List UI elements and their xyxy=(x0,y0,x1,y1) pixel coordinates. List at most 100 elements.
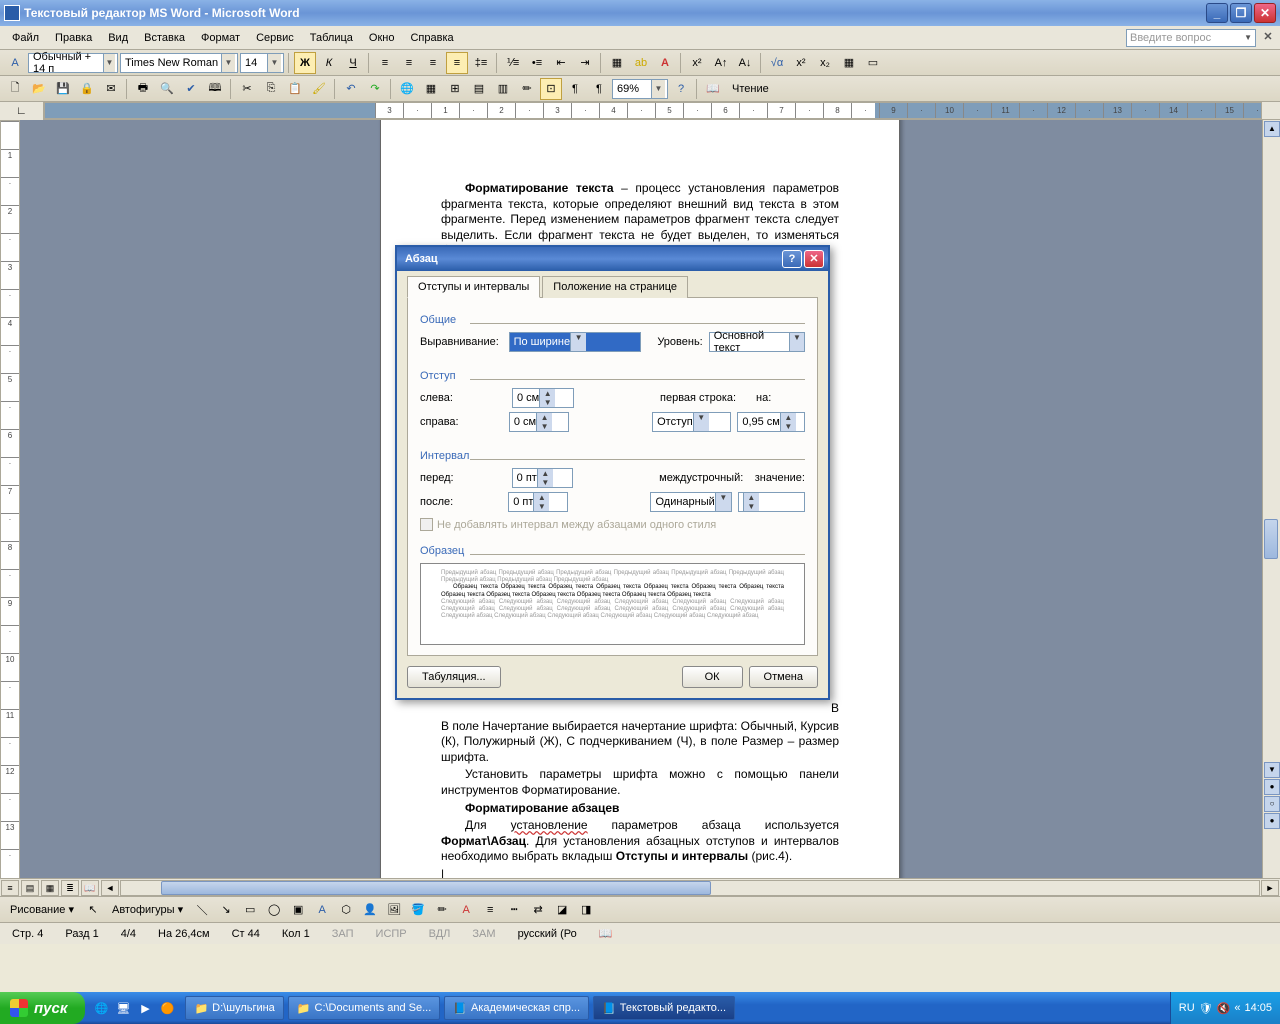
web-view-button[interactable]: ▤ xyxy=(21,880,39,896)
align-right-button[interactable]: ≡ xyxy=(422,52,444,74)
status-rec[interactable]: ЗАП xyxy=(328,928,358,940)
close-button[interactable]: ✕ xyxy=(1254,3,1276,23)
dialog-close-button[interactable]: ✕ xyxy=(804,250,824,268)
superscript-button[interactable]: x² xyxy=(686,52,708,74)
scroll-up-button[interactable]: ▲ xyxy=(1264,121,1280,137)
first-line-combo[interactable]: Отступ▼ xyxy=(652,412,731,432)
tray-icon[interactable]: 🔇 xyxy=(1217,1002,1231,1015)
task-word-1[interactable]: 📘Академическая спр... xyxy=(444,996,589,1020)
arrow-style-button[interactable]: ⇄ xyxy=(527,899,549,921)
fill-color-button[interactable]: 🪣 xyxy=(407,899,429,921)
style-combo[interactable]: Обычный + 14 п▼ xyxy=(28,53,118,73)
cancel-button[interactable]: Отмена xyxy=(749,666,818,688)
size-combo[interactable]: 14▼ xyxy=(240,53,284,73)
print-view-button[interactable]: ▦ xyxy=(41,880,59,896)
line-color-button[interactable]: ✏ xyxy=(431,899,453,921)
tray-time[interactable]: 14:05 xyxy=(1244,1002,1272,1014)
font-color-button[interactable]: A xyxy=(455,899,477,921)
system-tray[interactable]: RU 🛡 🔇 « 14:05 xyxy=(1170,992,1280,1024)
print-preview-button[interactable]: 🔍 xyxy=(156,78,178,100)
reading-view-button[interactable]: 📖 xyxy=(81,880,99,896)
select-objects-button[interactable]: ↖ xyxy=(82,899,104,921)
browse-object-button[interactable]: ○ xyxy=(1264,796,1280,812)
grow-font-button[interactable]: A↑ xyxy=(710,52,732,74)
hscroll-thumb[interactable] xyxy=(161,881,711,895)
font-color-button[interactable]: A xyxy=(654,52,676,74)
excel-button[interactable]: ▤ xyxy=(468,78,490,100)
menu-window[interactable]: Окно xyxy=(361,30,403,46)
italic-button[interactable]: К xyxy=(318,52,340,74)
arrow-button[interactable]: ↘ xyxy=(215,899,237,921)
tables-borders-button[interactable]: ▦ xyxy=(420,78,442,100)
tray-icon[interactable]: « xyxy=(1234,1002,1240,1014)
status-ext[interactable]: ВДЛ xyxy=(425,928,455,940)
underline-button[interactable]: Ч xyxy=(342,52,364,74)
shrink-font-button[interactable]: A↓ xyxy=(734,52,756,74)
bullets-button[interactable]: •≡ xyxy=(526,52,548,74)
ql-ie-icon[interactable]: 🌐 xyxy=(91,997,111,1019)
hscroll-right-button[interactable]: ► xyxy=(1261,880,1279,896)
highlight-button[interactable]: ab xyxy=(630,52,652,74)
reading-icon[interactable]: 📖 xyxy=(702,78,724,100)
alignment-combo[interactable]: По ширине▼ xyxy=(509,332,642,352)
first-line-by-spinner[interactable]: 0,95 см▲▼ xyxy=(737,412,805,432)
bold-button[interactable]: Ж xyxy=(294,52,316,74)
save-button[interactable]: 💾 xyxy=(52,78,74,100)
picture-button[interactable]: 🖼 xyxy=(383,899,405,921)
ql-desktop-icon[interactable]: 🖥 xyxy=(113,997,133,1019)
textbox-button[interactable]: ▣ xyxy=(287,899,309,921)
insert-table-button[interactable]: ⊞ xyxy=(444,78,466,100)
line-style-button[interactable]: ≡ xyxy=(479,899,501,921)
tab-indents[interactable]: Отступы и интервалы xyxy=(407,276,540,298)
show-hide-button[interactable]: ¶ xyxy=(588,78,610,100)
vertical-scrollbar[interactable]: ▲ ▼ ● ○ ● xyxy=(1262,120,1280,890)
new-button[interactable]: 🗋 xyxy=(4,78,26,100)
menu-view[interactable]: Вид xyxy=(100,30,136,46)
permissions-button[interactable]: 🔒 xyxy=(76,78,98,100)
help-question-input[interactable]: Введите вопрос▼ xyxy=(1126,29,1256,47)
reading-label[interactable]: Чтение xyxy=(726,81,775,97)
next-page-button[interactable]: ● xyxy=(1264,813,1280,829)
status-trk[interactable]: ИСПР xyxy=(372,928,411,940)
borders-button[interactable]: ▦ xyxy=(606,52,628,74)
scroll-down-button[interactable]: ▼ xyxy=(1264,762,1280,778)
normal-view-button[interactable]: ≡ xyxy=(1,880,19,896)
diagram-button[interactable]: ⬡ xyxy=(335,899,357,921)
status-book-icon[interactable]: 📖 xyxy=(595,927,617,940)
shadow-button[interactable]: ◪ xyxy=(551,899,573,921)
rectangle-button[interactable]: ▭ xyxy=(239,899,261,921)
styles-pane-icon[interactable]: A xyxy=(4,52,26,74)
menu-help[interactable]: Справка xyxy=(402,30,461,46)
undo-button[interactable]: ↶ xyxy=(340,78,362,100)
status-lang[interactable]: русский (Ро xyxy=(514,928,581,940)
tray-icon[interactable]: 🛡 xyxy=(1199,1002,1213,1015)
space-after-spinner[interactable]: 0 пт▲▼ xyxy=(508,492,568,512)
research-button[interactable]: 🕮 xyxy=(204,78,226,100)
sub-button[interactable]: x₂ xyxy=(814,52,836,74)
ql-app-icon[interactable]: 🟠 xyxy=(157,997,177,1019)
numbering-button[interactable]: ⅟≡ xyxy=(502,52,524,74)
insert-table-button[interactable]: ▦ xyxy=(838,52,860,74)
align-center-button[interactable]: ≡ xyxy=(398,52,420,74)
drawing-menu[interactable]: Рисование ▾ xyxy=(4,901,80,918)
equation-button[interactable]: √α xyxy=(766,52,788,74)
hscroll-left-button[interactable]: ◄ xyxy=(101,880,119,896)
open-button[interactable]: 📂 xyxy=(28,78,50,100)
paste-button[interactable]: 📋 xyxy=(284,78,306,100)
close-doc-button[interactable]: ✕ xyxy=(1260,30,1276,46)
menu-file[interactable]: Файл xyxy=(4,30,47,46)
copy-button[interactable]: ⎘ xyxy=(260,78,282,100)
outline-view-button[interactable]: ≣ xyxy=(61,880,79,896)
tray-lang[interactable]: RU xyxy=(1179,1002,1195,1014)
tab-selector[interactable]: ∟ xyxy=(0,102,44,120)
menu-tools[interactable]: Сервис xyxy=(248,30,302,46)
doc-map-button[interactable]: ⊡ xyxy=(540,78,562,100)
line-button[interactable]: ＼ xyxy=(191,899,213,921)
line-spacing-at-spinner[interactable]: ▲▼ xyxy=(738,492,805,512)
3d-button[interactable]: ◨ xyxy=(575,899,597,921)
prev-page-button[interactable]: ● xyxy=(1264,779,1280,795)
task-folder-1[interactable]: 📁D:\шульгина xyxy=(185,996,283,1020)
clipart-button[interactable]: 👤 xyxy=(359,899,381,921)
cut-button[interactable]: ✂ xyxy=(236,78,258,100)
font-combo[interactable]: Times New Roman▼ xyxy=(120,53,238,73)
